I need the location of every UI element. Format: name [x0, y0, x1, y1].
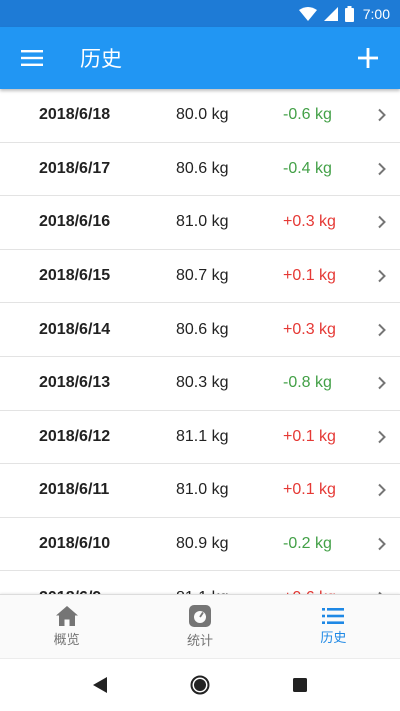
- recents-button[interactable]: [250, 678, 350, 692]
- chevron-right-icon: [378, 269, 386, 283]
- screen: 7:00 历史 2018/6/18 80.0 kg -0.6 kg 2018/6/17…: [0, 0, 400, 711]
- chevron-right-icon: [378, 537, 386, 551]
- entry-date: 2018/6/13: [39, 374, 111, 392]
- chevron-right-icon: [378, 377, 386, 390]
- wifi-icon: [298, 6, 317, 21]
- scale-icon: [188, 604, 211, 627]
- entry-weight: 80.0 kg: [176, 106, 229, 124]
- entry-weight: 80.7 kg: [176, 267, 229, 285]
- history-row[interactable]: 2018/6/18 80.0 kg -0.6 kg: [0, 89, 400, 143]
- entry-weight: 80.6 kg: [176, 320, 229, 338]
- history-row[interactable]: 2018/6/17 80.6 kg -0.4 kg: [0, 143, 400, 197]
- history-row[interactable]: 2018/6/15 80.7 kg +0.1 kg: [0, 250, 400, 304]
- chevron-right-icon: [378, 430, 386, 444]
- signal-icon: [323, 6, 338, 21]
- entry-date: 2018/6/10: [39, 535, 111, 553]
- entry-weight: 81.0 kg: [176, 481, 229, 499]
- entry-date: 2018/6/14: [39, 320, 111, 338]
- entry-date: 2018/6/11: [39, 481, 110, 499]
- history-row[interactable]: 2018/6/16 81.0 kg +0.3 kg: [0, 196, 400, 250]
- chevron-right-icon: [378, 484, 386, 497]
- nav-item-stats[interactable]: 统计: [133, 595, 266, 658]
- recents-square-icon: [293, 678, 307, 692]
- entry-weight: 80.6 kg: [176, 159, 229, 177]
- home-icon: [55, 605, 78, 626]
- chevron-right-icon: [378, 216, 386, 229]
- entry-weight: 80.3 kg: [176, 374, 229, 392]
- history-row[interactable]: 2018/6/981.1 kg+0.6 kg: [0, 571, 400, 594]
- history-row[interactable]: 2018/6/10 80.9 kg -0.2 kg: [0, 518, 400, 572]
- status-time: 7:00: [362, 5, 390, 22]
- entry-weight: 80.9 kg: [176, 535, 229, 553]
- nav-item-overview[interactable]: 概览: [0, 595, 133, 658]
- list-icon: [322, 607, 345, 624]
- history-row[interactable]: 2018/6/11 81.0 kg +0.1 kg: [0, 464, 400, 518]
- home-circle-icon: [190, 675, 210, 695]
- status-bar: 7:00: [0, 0, 400, 27]
- entry-date: 2018/6/18: [39, 106, 111, 124]
- entry-date: 2018/6/17: [39, 159, 111, 177]
- entry-weight-change: -0.4 kg: [283, 159, 332, 177]
- history-row[interactable]: 2018/6/12 81.1 kg +0.1 kg: [0, 411, 400, 465]
- chevron-right-icon: [378, 323, 386, 336]
- bottom-navigation: 概览 统计 历史: [0, 594, 400, 658]
- history-row[interactable]: 2018/6/13 80.3 kg -0.8 kg: [0, 357, 400, 411]
- entry-weight-change: +0.1 kg: [283, 481, 336, 499]
- add-button[interactable]: [336, 27, 400, 89]
- entry-weight-change: -0.2 kg: [283, 535, 332, 553]
- entry-weight-change: +0.3 kg: [283, 213, 336, 231]
- back-button[interactable]: [50, 677, 150, 693]
- nav-label-history: 历史: [320, 630, 347, 646]
- page-title: 历史: [80, 47, 122, 71]
- chevron-right-icon: [378, 109, 386, 122]
- nav-label-stats: 统计: [186, 633, 213, 649]
- entry-date: 2018/6/16: [39, 213, 111, 231]
- app-bar: 历史: [0, 27, 400, 89]
- system-nav-bar: [0, 658, 400, 711]
- plus-icon: [358, 48, 378, 68]
- history-row[interactable]: 2018/6/14 80.6 kg +0.3 kg: [0, 303, 400, 357]
- entry-weight-change: +0.3 kg: [283, 320, 336, 338]
- entry-date: 2018/6/12: [39, 427, 111, 445]
- entry-date: 2018/6/15: [39, 267, 111, 285]
- entry-weight-change: -0.6 kg: [283, 106, 332, 124]
- back-triangle-icon: [93, 677, 107, 693]
- chevron-right-icon: [378, 162, 386, 176]
- battery-icon: [344, 5, 354, 22]
- entry-weight: 81.0 kg: [176, 213, 229, 231]
- nav-label-overview: 概览: [53, 632, 80, 648]
- entry-weight: 81.1 kg: [176, 427, 229, 445]
- history-list: 2018/6/18 80.0 kg -0.6 kg 2018/6/17 80.6 kg -…: [0, 89, 400, 594]
- entry-weight-change: +0.1 kg: [283, 267, 336, 285]
- nav-item-history[interactable]: 历史: [267, 595, 400, 658]
- entry-weight-change: -0.8 kg: [283, 374, 332, 392]
- menu-icon: [21, 50, 43, 66]
- home-button[interactable]: [150, 675, 250, 695]
- entry-weight-change: +0.1 kg: [283, 427, 336, 445]
- menu-button[interactable]: [0, 27, 64, 89]
